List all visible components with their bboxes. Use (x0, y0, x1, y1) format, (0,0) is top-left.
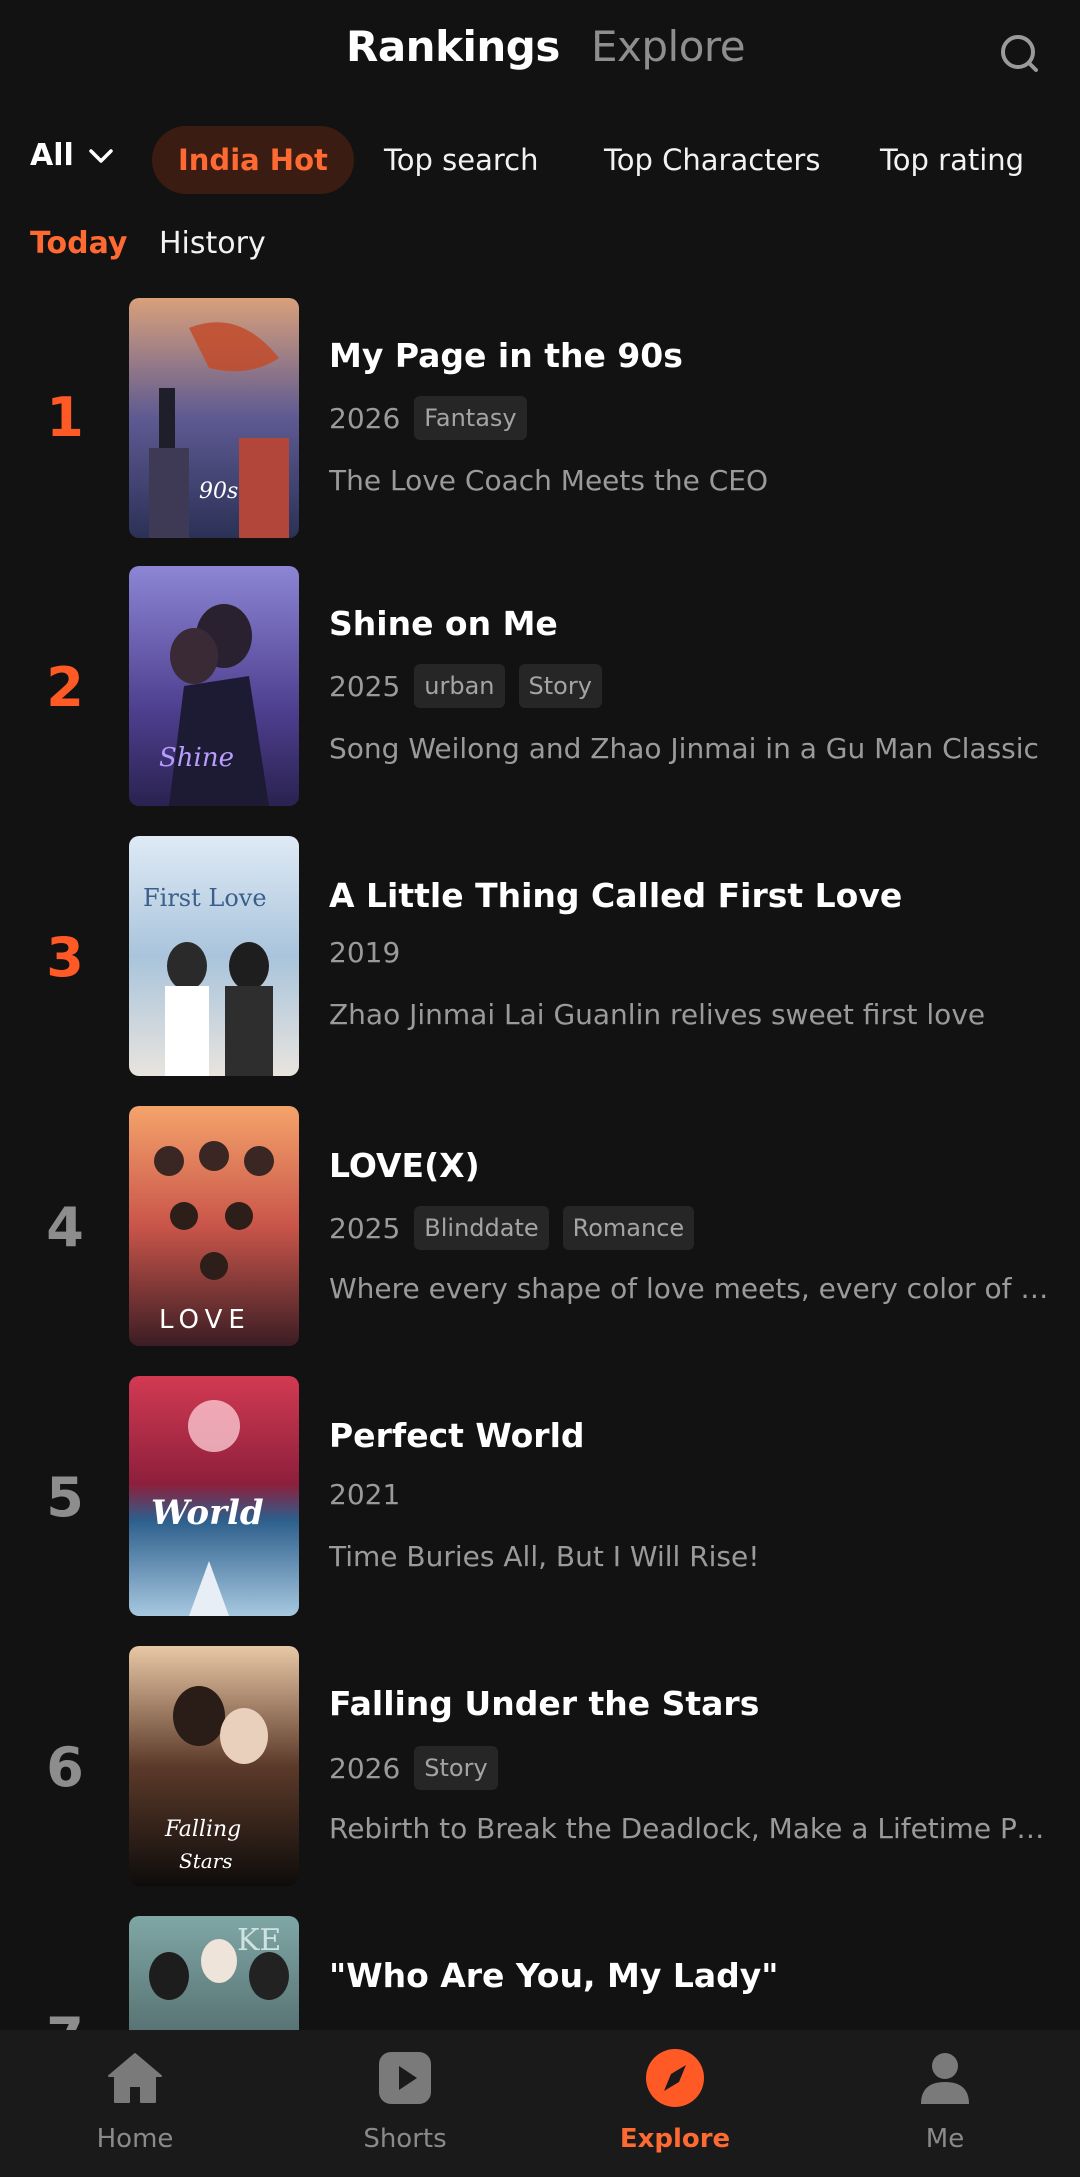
chip-top-rating[interactable]: Top rating (880, 126, 1024, 194)
bottom-nav: Home Shorts Explore Me (0, 2030, 1080, 2177)
subtab-today[interactable]: Today (30, 226, 127, 261)
genre-tag: Romance (562, 1206, 695, 1250)
item-title: "Who Are You, My Lady" (329, 1956, 779, 1995)
item-description: Where every shape of love meets, every c… (329, 1272, 1051, 1305)
rank-number: 4 (46, 1196, 84, 1259)
category-dropdown[interactable]: All (30, 138, 114, 173)
svg-text:LOVE: LOVE (159, 1305, 251, 1335)
chip-top-characters[interactable]: Top Characters (604, 126, 820, 194)
genre-tag: Story (518, 664, 602, 708)
poster-image[interactable]: Shine (129, 566, 299, 806)
nav-shorts[interactable]: Shorts (270, 2030, 540, 2177)
item-title: My Page in the 90s (329, 336, 683, 375)
item-meta: 2025 urban Story (329, 664, 602, 708)
nav-label: Shorts (363, 2124, 447, 2154)
chip-india-hot[interactable]: India Hot (152, 126, 354, 194)
item-title: Perfect World (329, 1416, 585, 1455)
tab-rankings[interactable]: Rankings (346, 22, 560, 71)
item-meta: 2026 Story (329, 1746, 498, 1790)
item-title: A Little Thing Called First Love (329, 876, 903, 915)
svg-text:Stars: Stars (179, 1849, 233, 1873)
item-description: Zhao Jinmai Lai Guanlin relives sweet fi… (329, 998, 986, 1031)
svg-text:First Love: First Love (143, 884, 267, 912)
rank-number: 3 (46, 926, 84, 989)
chip-top-search[interactable]: Top search (384, 126, 539, 194)
nav-explore[interactable]: Explore (540, 2030, 810, 2177)
rank-number: 6 (46, 1736, 84, 1799)
item-description: Song Weilong and Zhao Jinmai in a Gu Man… (329, 732, 1039, 765)
rank-number: 1 (46, 386, 84, 449)
list-item[interactable]: 5 World Perfect World 2021 Time Buries A… (0, 1374, 1080, 1618)
nav-label: Explore (619, 2124, 731, 2154)
genre-tag: urban (414, 664, 505, 708)
nav-label: Home (96, 2124, 174, 2154)
item-year: 2019 (329, 936, 401, 969)
top-header: Rankings Explore (0, 0, 1080, 112)
genre-tag: Blinddate (414, 1206, 549, 1250)
nav-home[interactable]: Home (0, 2030, 270, 2177)
poster-image[interactable]: 90s (129, 298, 299, 538)
genre-tag: Story (414, 1746, 498, 1790)
item-title: Falling Under the Stars (329, 1684, 760, 1723)
poster-image[interactable]: First Love (129, 836, 299, 1076)
list-item[interactable]: 4 LOVE LOVE(X) 2025 Blinddate Romance Wh… (0, 1104, 1080, 1348)
svg-text:Shine: Shine (159, 743, 234, 773)
item-year: 2026 (329, 401, 401, 435)
item-year: 2025 (329, 1211, 401, 1245)
genre-tag: Fantasy (414, 396, 527, 440)
category-dropdown-label: All (30, 138, 74, 173)
svg-text:90s: 90s (199, 479, 238, 504)
list-item[interactable]: 7 KE "Who Are You, My Lady" (0, 1914, 1080, 2030)
home-icon (99, 2042, 171, 2114)
rank-number: 2 (46, 656, 84, 719)
filter-bar: All India Hot Top search Top Characters … (0, 122, 1080, 200)
ranking-list: 1 90s My Page in the 90s 2026 Fantasy Th… (0, 296, 1080, 2030)
item-year: 2025 (329, 669, 401, 703)
svg-text:World: World (151, 1493, 264, 1533)
search-icon[interactable] (996, 30, 1044, 78)
item-title: LOVE(X) (329, 1146, 480, 1185)
tab-explore[interactable]: Explore (591, 22, 746, 71)
item-title: Shine on Me (329, 604, 558, 643)
subtab-history[interactable]: History (159, 226, 266, 261)
list-item[interactable]: 3 First Love A Little Thing Called First… (0, 834, 1080, 1078)
list-item[interactable]: 2 Shine Shine on Me 2025 urban Story Son… (0, 564, 1080, 808)
nav-label: Me (925, 2124, 965, 2154)
item-meta: 2025 Blinddate Romance (329, 1206, 695, 1250)
poster-image[interactable]: World (129, 1376, 299, 1616)
item-description: The Love Coach Meets the CEO (329, 464, 769, 497)
svg-text:KE: KE (237, 1923, 281, 1958)
nav-me[interactable]: Me (810, 2030, 1080, 2177)
play-icon (369, 2042, 441, 2114)
user-icon (909, 2042, 981, 2114)
poster-image[interactable]: LOVE (129, 1106, 299, 1346)
item-description: Rebirth to Break the Deadlock, Make a Li… (329, 1812, 1051, 1845)
chevron-down-icon (89, 148, 113, 163)
item-meta: 2021 (329, 1478, 400, 1511)
item-year: 2026 (329, 1751, 401, 1785)
svg-text:Falling: Falling (164, 1817, 241, 1842)
item-meta: 2026 Fantasy (329, 396, 527, 440)
poster-image[interactable]: KE (129, 1916, 299, 2030)
rank-number: 5 (46, 1466, 84, 1529)
item-meta: 2019 (329, 936, 400, 969)
rank-number: 7 (30, 2006, 100, 2030)
list-item[interactable]: 6 Falling Stars Falling Under the Stars … (0, 1644, 1080, 1888)
item-year: 2021 (329, 1478, 401, 1511)
list-item[interactable]: 1 90s My Page in the 90s 2026 Fantasy Th… (0, 298, 1080, 542)
item-description: Time Buries All, But I Will Rise! (329, 1540, 760, 1573)
compass-icon (639, 2042, 711, 2114)
poster-image[interactable]: Falling Stars (129, 1646, 299, 1886)
